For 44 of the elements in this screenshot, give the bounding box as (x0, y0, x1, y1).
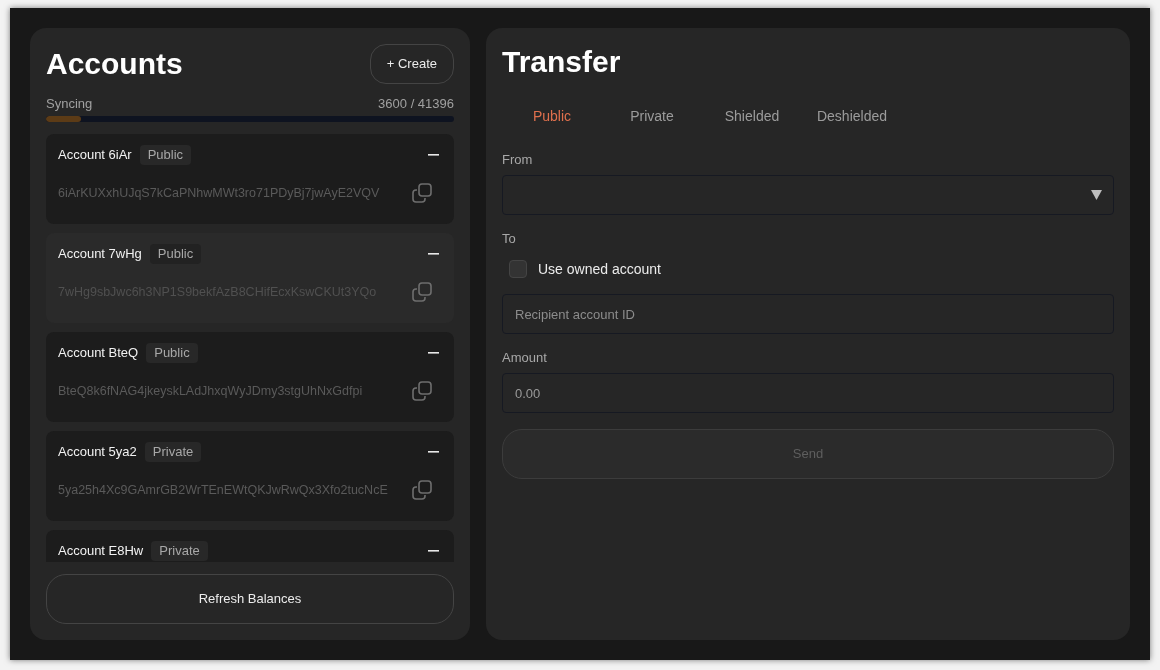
transfer-type-tab[interactable]: Shielded (702, 96, 802, 136)
minus-icon[interactable] (428, 352, 439, 354)
copy-icon[interactable] (412, 282, 432, 302)
account-address: 6iArKUXxhUJqS7kCaPNhwMWt3ro71PDyBj7jwAyE2VQV (58, 184, 381, 202)
account-name: Account 6iAr (58, 146, 132, 165)
create-button[interactable]: + Create (369, 44, 454, 84)
minus-icon[interactable] (428, 550, 439, 552)
account-card[interactable]: Account 6iAr Public 6iArKUXxhUJqS7kCaPNhwMWt3ro71PDyBj7jwAyE2VQV (46, 134, 454, 224)
to-label: To (502, 231, 517, 247)
minus-icon[interactable] (428, 253, 439, 255)
checkbox[interactable] (509, 260, 527, 278)
account-card[interactable]: Account 5ya2 Private 5ya25h4Xc9GAmrGB2WrTEnEWtQKJwRwQx3Xfo2tucNcE (46, 431, 454, 521)
account-type-tag: Public (139, 145, 192, 165)
amount-label: Amount (502, 350, 548, 366)
minus-icon[interactable] (428, 154, 439, 156)
account-type-tag: Public (149, 244, 202, 264)
account-name: Account 7wHg (58, 245, 142, 264)
transfer-type-tab[interactable]: Deshielded (802, 96, 902, 136)
caret-icon (1091, 190, 1102, 200)
account-type-tag: Private (151, 541, 208, 561)
from-label: From (502, 152, 534, 168)
panel-title: Accounts (46, 46, 183, 82)
copy-icon[interactable] (412, 183, 432, 203)
account-card[interactable]: Account BteQ Public BteQ8k6fNAG4jkeyskLAdJhxqWyJDmy3stgUhNxGdfpi (46, 332, 454, 422)
recipient-input[interactable]: Recipient account ID (502, 294, 1114, 334)
refresh-balances-button[interactable]: Refresh Balances (46, 574, 454, 624)
transfer-type-tab[interactable]: Public (502, 96, 602, 136)
sync-progress-text: 3600 / 41396 (378, 95, 454, 114)
account-type-tag: Private (144, 442, 202, 462)
amount-input[interactable]: 0.00 (502, 373, 1114, 413)
sync-label: Syncing (46, 95, 93, 114)
account-card[interactable]: Account E8Hw Private (46, 530, 454, 562)
account-name: Account E8Hw (58, 542, 144, 561)
copy-icon[interactable] (412, 480, 432, 500)
account-address: 5ya25h4Xc9GAmrGB2WrTEnEWtQKJwRwQx3Xfo2tucNcE (58, 481, 389, 499)
minus-icon[interactable] (428, 451, 439, 453)
account-name: Account 5ya2 (58, 443, 137, 462)
account-name: Account BteQ (58, 344, 139, 363)
copy-icon[interactable] (412, 381, 432, 401)
transfer-type-tab[interactable]: Private (602, 96, 702, 136)
panel-title: Transfer (502, 44, 622, 80)
account-address: BteQ8k6fNAG4jkeyskLAdJhxqWyJDmy3stgUhNxGdfpi (58, 382, 364, 400)
checkbox-label: Use owned account (538, 259, 661, 279)
account-type-tag: Public (146, 343, 198, 363)
